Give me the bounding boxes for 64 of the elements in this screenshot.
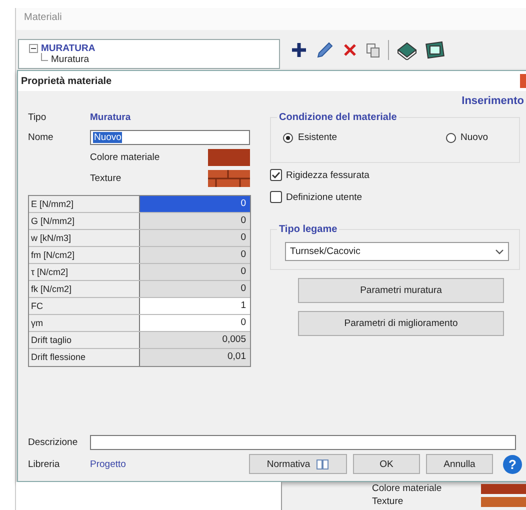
- library-value: Progetto: [90, 458, 126, 470]
- property-name-cell: G [N/mm2]: [29, 213, 140, 229]
- property-name-cell: w [kN/m3]: [29, 230, 140, 246]
- tree-item[interactable]: Muratura: [51, 54, 90, 65]
- cancel-button[interactable]: Annulla: [426, 454, 493, 474]
- color-label: Colore materiale: [90, 152, 160, 163]
- property-value-cell[interactable]: 0: [140, 247, 250, 263]
- action-button[interactable]: Parametri muratura: [298, 278, 504, 303]
- description-label: Descrizione: [28, 436, 79, 448]
- radio-label: Esistente: [298, 132, 338, 143]
- color-swatch: [481, 496, 526, 506]
- checkbox[interactable]: [270, 169, 282, 181]
- property-value-cell[interactable]: 0: [140, 315, 250, 331]
- texture-label: Texture: [90, 173, 122, 184]
- window-title: Materiali: [16, 8, 526, 30]
- bond-dropdown[interactable]: Turnsek/Cacovic: [285, 242, 509, 261]
- delete-icon[interactable]: [342, 42, 358, 58]
- name-field[interactable]: Nuovo: [90, 130, 250, 144]
- description-field[interactable]: [90, 434, 516, 450]
- property-value-cell[interactable]: 0: [140, 230, 250, 246]
- radio-button[interactable]: [283, 132, 293, 142]
- collapse-icon[interactable]: [29, 44, 38, 53]
- property-name-cell: fk [N/cm2]: [29, 281, 140, 297]
- color-swatch: [481, 484, 526, 494]
- property-value-cell[interactable]: 0: [140, 196, 250, 212]
- tree-item[interactable]: MURATURA: [41, 43, 96, 54]
- property-value-cell[interactable]: 1: [140, 298, 250, 314]
- dialog-title: Proprietà materiale: [21, 76, 112, 86]
- property-value-cell[interactable]: 0: [140, 213, 250, 229]
- radio-button[interactable]: [446, 132, 456, 142]
- property-value-cell[interactable]: 0,005: [140, 332, 250, 348]
- brick-texture-swatch[interactable]: [208, 170, 250, 187]
- property-label: Texture: [372, 496, 404, 507]
- group-title: Condizione del materiale: [277, 112, 399, 123]
- chevron-down-icon: [495, 248, 504, 254]
- property-value-cell[interactable]: 0: [140, 264, 250, 280]
- property-label: Colore materiale: [372, 483, 442, 494]
- color-swatch[interactable]: [208, 149, 250, 166]
- property-name-cell: τ [N/cm2]: [29, 264, 140, 280]
- radio-label: Nuovo: [460, 132, 488, 143]
- type-value: Muratura: [90, 112, 131, 122]
- library-label: Libreria: [28, 458, 61, 470]
- property-name-cell: E [N/mm2]: [29, 196, 140, 212]
- property-value-cell[interactable]: 0: [140, 281, 250, 297]
- plus-icon[interactable]: [290, 41, 308, 59]
- help-button[interactable]: ?: [503, 454, 522, 474]
- property-name-cell: FC: [29, 298, 140, 314]
- type-label: Tipo: [28, 112, 48, 122]
- checkbox-label: Definizione utente: [286, 192, 362, 202]
- normativa-button[interactable]: Normativa: [249, 454, 347, 474]
- property-value-cell[interactable]: 0,01: [140, 349, 250, 366]
- ok-button[interactable]: OK: [353, 454, 420, 474]
- property-name-cell: fm [N/cm2]: [29, 247, 140, 263]
- property-name-cell: γm: [29, 315, 140, 331]
- checkbox-label: Rigidezza fessurata: [286, 170, 370, 180]
- mode-label: Inserimento: [462, 95, 524, 107]
- property-name-cell: Drift taglio: [29, 332, 140, 348]
- group-title: Tipo legame: [277, 224, 340, 235]
- copy-icon[interactable]: [365, 42, 381, 58]
- name-label: Nome: [28, 132, 54, 142]
- pencil-icon[interactable]: [315, 41, 335, 59]
- action-button[interactable]: Parametri di miglioramento: [298, 311, 504, 336]
- property-name-cell: Drift flessione: [29, 349, 140, 366]
- checkbox[interactable]: [270, 191, 282, 203]
